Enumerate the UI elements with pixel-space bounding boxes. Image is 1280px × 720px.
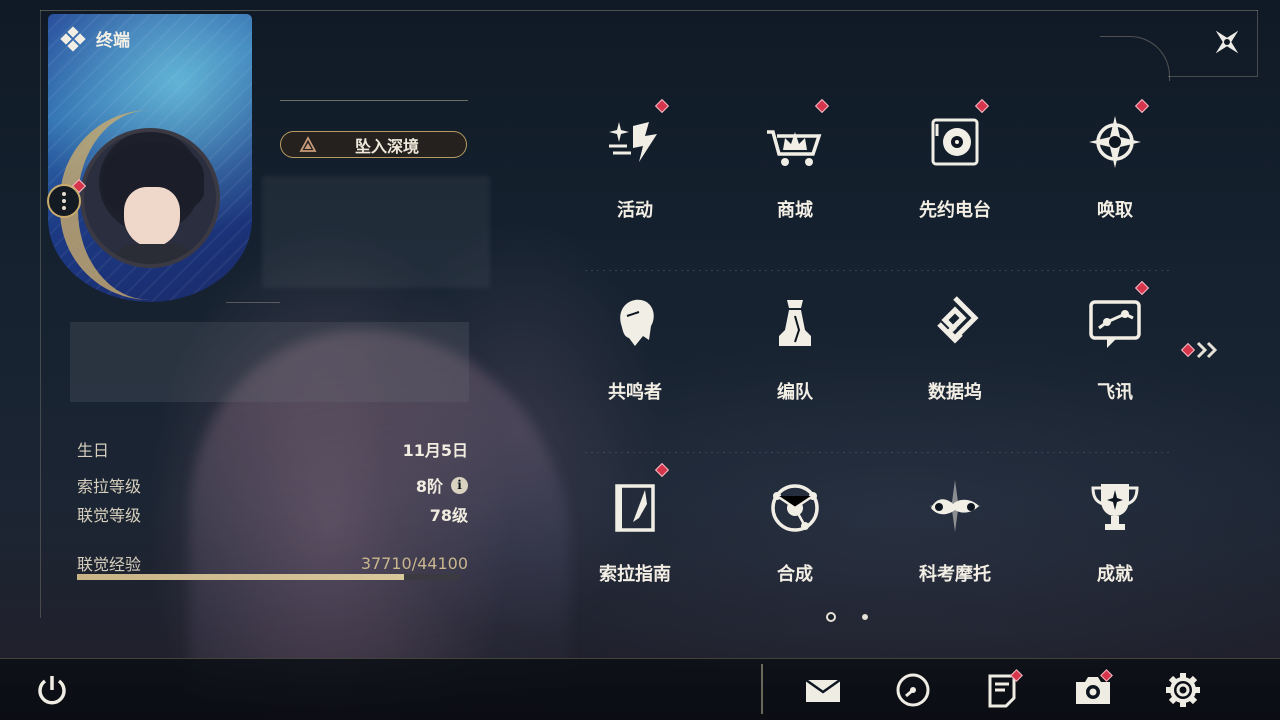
next-page-button[interactable] <box>1180 338 1222 362</box>
frame-line-right <box>1168 76 1258 77</box>
close-button[interactable] <box>1207 22 1247 62</box>
menu-item-achievements[interactable]: 成就 <box>1050 462 1180 612</box>
page-dot-active[interactable] <box>826 612 836 622</box>
sola-level-label: 索拉等级 <box>77 477 142 496</box>
info-icon[interactable]: i <box>451 476 468 494</box>
union-level-label: 联觉等级 <box>77 506 142 525</box>
compass-star-icon <box>1089 116 1141 168</box>
menu-item-label: 商城 <box>777 200 813 221</box>
sola-level-row: 索拉等级 8阶 i <box>77 473 468 497</box>
notification-badge <box>654 98 670 114</box>
trophy-icon <box>1091 484 1139 530</box>
frame-line-left <box>40 10 41 618</box>
menu-item-resonators[interactable]: 共鸣者 <box>570 280 700 430</box>
notification-badge <box>654 462 670 478</box>
abyss-triangle-icon <box>299 135 317 152</box>
menu-item-synthesis[interactable]: 合成 <box>730 462 860 612</box>
chess-team-icon <box>779 300 811 346</box>
menu-item-radio[interactable]: 先约电台 <box>890 98 1020 248</box>
header: 终端 <box>60 25 130 52</box>
avatar-face <box>124 187 180 247</box>
frame-line-top <box>40 10 1258 11</box>
chat-message-icon <box>1089 300 1141 348</box>
menu-item-label: 科考摩托 <box>919 564 991 585</box>
status-button[interactable]: 坠入深境 <box>280 131 467 158</box>
union-exp-label: 联觉经验 <box>77 555 142 574</box>
menu-item-label: 数据坞 <box>928 382 982 403</box>
double-chevron-right-icon <box>1196 341 1218 359</box>
notice-button[interactable] <box>984 669 1023 708</box>
birthday-value: 11月5日 <box>402 441 468 460</box>
menu-item-messages[interactable]: 飞讯 <box>1050 280 1180 430</box>
power-icon <box>38 676 66 705</box>
menu-item-label: 编队 <box>777 382 813 403</box>
menu-item-guide[interactable]: 索拉指南 <box>570 462 700 612</box>
sola-level-value: 8阶 <box>415 477 443 496</box>
union-exp-fill <box>77 574 405 580</box>
player-name-redacted <box>262 176 490 288</box>
menu-item-label: 索拉指南 <box>599 564 671 585</box>
sola-level-value-group: 8阶 i <box>416 473 468 497</box>
power-button[interactable] <box>34 672 72 708</box>
bottom-bar-separator <box>761 664 763 714</box>
menu-item-label: 合成 <box>777 564 813 585</box>
menu-item-label: 共鸣者 <box>608 382 662 403</box>
mail-button[interactable] <box>804 672 842 708</box>
page-indicator <box>826 612 868 622</box>
menu-item-convene[interactable]: 唤取 <box>1050 98 1180 248</box>
profile-more-button[interactable] <box>47 184 81 218</box>
resonator-head-icon <box>620 299 654 346</box>
page-dot[interactable] <box>862 614 868 620</box>
guide-book-icon <box>615 484 655 532</box>
player-signature-redacted <box>70 322 469 402</box>
menu-item-shop[interactable]: 商城 <box>730 98 860 248</box>
dot <box>62 206 66 210</box>
union-level-value: 78级 <box>429 506 468 525</box>
close-icon <box>1215 30 1239 54</box>
birthday-row: 生日 11月5日 <box>77 437 468 461</box>
menu-item-label: 飞讯 <box>1097 382 1133 403</box>
frame-line-right-vertical <box>1257 10 1258 76</box>
union-exp-value: 37710/44100 <box>360 553 468 573</box>
shop-cart-icon <box>767 130 822 166</box>
name-underline <box>280 100 468 101</box>
grid-divider <box>585 452 1170 453</box>
birthday-label: 生日 <box>77 441 110 460</box>
union-level-row: 联觉等级 78级 <box>77 502 468 526</box>
menu-item-data-dock[interactable]: 数据坞 <box>890 280 1020 430</box>
status-label: 坠入深境 <box>355 136 420 156</box>
menu-item-activity[interactable]: 活动 <box>570 98 700 248</box>
menu-item-label: 活动 <box>617 200 653 221</box>
motorcycle-icon <box>929 480 981 532</box>
menu-item-label: 先约电台 <box>919 200 991 221</box>
clock-icon <box>896 673 930 707</box>
radio-vinyl-icon <box>931 118 979 166</box>
notification-badge <box>814 98 830 114</box>
dot <box>62 199 66 203</box>
page-title: 终端 <box>96 31 130 51</box>
menu-item-team[interactable]: 编队 <box>730 280 860 430</box>
event-sparkle-icon <box>609 122 657 162</box>
gear-icon <box>1166 673 1200 707</box>
avatar[interactable] <box>80 128 220 268</box>
mail-icon <box>805 678 841 702</box>
menu-item-motorcycle[interactable]: 科考摩托 <box>890 462 1020 612</box>
menu-item-label: 成就 <box>1097 564 1133 585</box>
separator-line <box>226 302 280 303</box>
notification-badge <box>1180 342 1196 358</box>
settings-button[interactable] <box>1164 672 1202 708</box>
clock-button[interactable] <box>894 672 932 708</box>
notification-badge <box>1134 280 1150 296</box>
grid-divider <box>585 270 1170 271</box>
synthesis-orbit-icon <box>771 484 819 532</box>
union-exp-bar <box>77 574 460 580</box>
notification-badge <box>1134 98 1150 114</box>
camera-button[interactable] <box>1074 669 1113 708</box>
menu-item-label: 唤取 <box>1097 200 1133 221</box>
notification-badge <box>974 98 990 114</box>
diamond-cluster-icon <box>60 25 86 52</box>
data-dock-icon <box>937 296 979 344</box>
dot <box>62 192 66 196</box>
union-exp-row: 联觉经验 37710/44100 <box>77 551 468 575</box>
